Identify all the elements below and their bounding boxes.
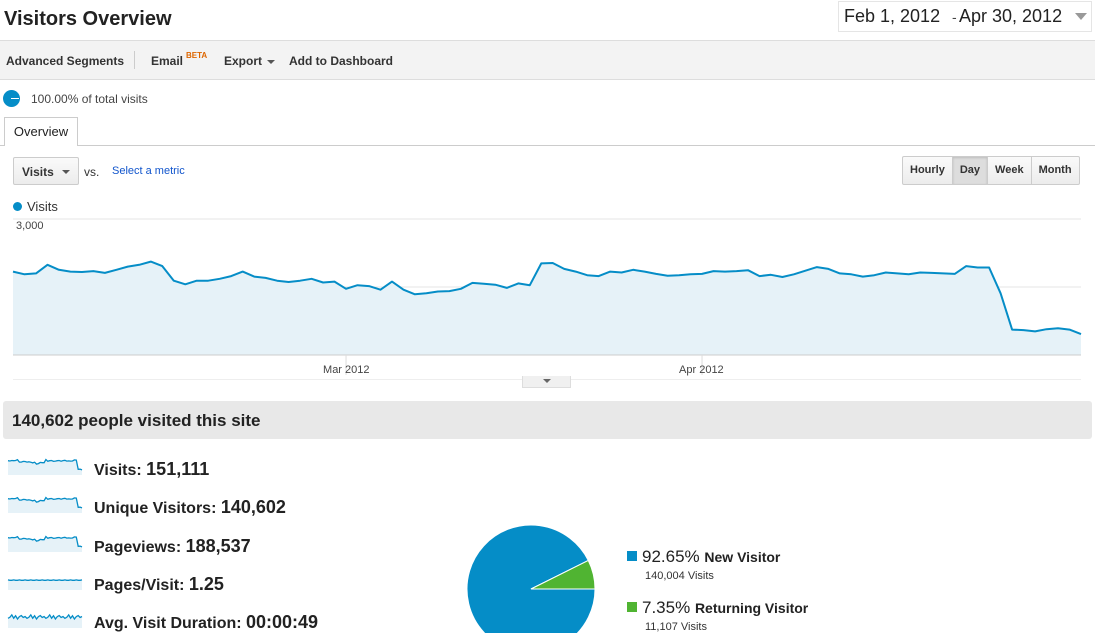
export-button[interactable]: Export — [224, 54, 275, 68]
select-metric-link[interactable]: Select a metric — [112, 165, 185, 177]
metric-label: Pages/Visit: 1.25 — [94, 574, 224, 595]
period-toggle-group: Hourly Day Week Month — [902, 156, 1080, 185]
summary-headline: 140,602 people visited this site — [12, 411, 261, 431]
report-toolbar: Advanced Segments EmailBETA Export Add t… — [0, 40, 1095, 80]
hourly-button[interactable]: Hourly — [903, 157, 952, 184]
tab-overview[interactable]: Overview — [4, 117, 78, 146]
metric-label: Pageviews: 188,537 — [94, 536, 251, 557]
sparkline — [7, 530, 83, 554]
legend-dot-icon — [13, 202, 22, 211]
sparkline — [7, 568, 83, 592]
metric-name: Pageviews: — [94, 539, 186, 556]
chevron-down-icon[interactable] — [1075, 13, 1087, 20]
legend-percent-value: 92.65% — [642, 547, 704, 566]
month-button[interactable]: Month — [1031, 157, 1079, 184]
metric-label: Unique Visitors: 140,602 — [94, 497, 286, 518]
visits-line-chart: 3,0001,500Mar 2012Apr 2012 — [0, 215, 1095, 380]
visitor-type-pie — [450, 515, 610, 633]
add-to-dashboard-button[interactable]: Add to Dashboard — [289, 54, 393, 68]
legend-count: 11,107 Visits — [645, 621, 707, 633]
beta-badge: BETA — [186, 51, 207, 60]
week-button[interactable]: Week — [987, 157, 1031, 184]
metric-label: Visits: 151,111 — [94, 459, 209, 480]
sparkline — [7, 491, 83, 515]
date-end: Apr 30, 2012 — [959, 6, 1062, 27]
x-tick-label: Mar 2012 — [323, 364, 369, 376]
visits-area — [13, 262, 1081, 355]
sparkline — [7, 453, 83, 477]
legend-percent-value: 7.35% — [642, 598, 695, 617]
legend-percent: 92.65% New Visitor — [642, 547, 780, 567]
toolbar-divider — [134, 51, 135, 69]
metric-value: 151,111 — [146, 459, 209, 479]
metric-name: Avg. Visit Duration: — [94, 615, 246, 632]
date-separator: - — [952, 9, 957, 25]
chevron-down-icon — [62, 170, 70, 174]
export-label: Export — [224, 54, 262, 68]
legend-percent: 7.35% Returning Visitor — [642, 598, 808, 618]
date-start: Feb 1, 2012 — [844, 6, 940, 27]
metric-name: Visits: — [94, 462, 146, 479]
legend-count: 140,004 Visits — [645, 570, 714, 582]
metric-name: Pages/Visit: — [94, 577, 189, 594]
x-tick-label: Apr 2012 — [679, 364, 724, 376]
date-range-picker[interactable]: Feb 1, 2012 - Apr 30, 2012 — [838, 1, 1092, 32]
metric-value: 140,602 — [221, 497, 286, 517]
metric-value: 1.25 — [189, 574, 224, 594]
email-label: Email — [151, 54, 183, 68]
metric-name: Unique Visitors: — [94, 500, 221, 517]
legend-swatch — [627, 551, 637, 561]
metric-label: Avg. Visit Duration: 00:00:49 — [94, 612, 318, 633]
chevron-down-icon — [267, 60, 275, 64]
tab-divider — [0, 145, 1095, 146]
vs-label: vs. — [84, 165, 99, 179]
advanced-segments-button[interactable]: Advanced Segments — [6, 54, 124, 68]
metric-select-label: Visits — [22, 165, 54, 179]
metric-value: 188,537 — [186, 536, 251, 556]
segment-label: 100.00% of total visits — [31, 92, 148, 106]
legend-label: New Visitor — [704, 549, 780, 565]
y-tick-label: 3,000 — [16, 220, 44, 232]
legend-label: Returning Visitor — [695, 600, 808, 616]
email-button[interactable]: EmailBETA — [151, 54, 207, 68]
page-title: Visitors Overview — [4, 8, 172, 31]
day-button[interactable]: Day — [952, 157, 987, 184]
sparkline-area — [8, 580, 82, 590]
legend-label: Visits — [27, 199, 58, 214]
metric-value: 00:00:49 — [246, 612, 318, 632]
chart-legend: Visits — [13, 199, 58, 214]
chart-collapse-handle[interactable] — [522, 376, 571, 388]
segment-pie-icon — [3, 90, 20, 107]
legend-swatch — [627, 602, 637, 612]
metric-select[interactable]: Visits — [13, 157, 79, 185]
sparkline — [7, 606, 83, 630]
summary-header: 140,602 people visited this site — [3, 401, 1092, 439]
